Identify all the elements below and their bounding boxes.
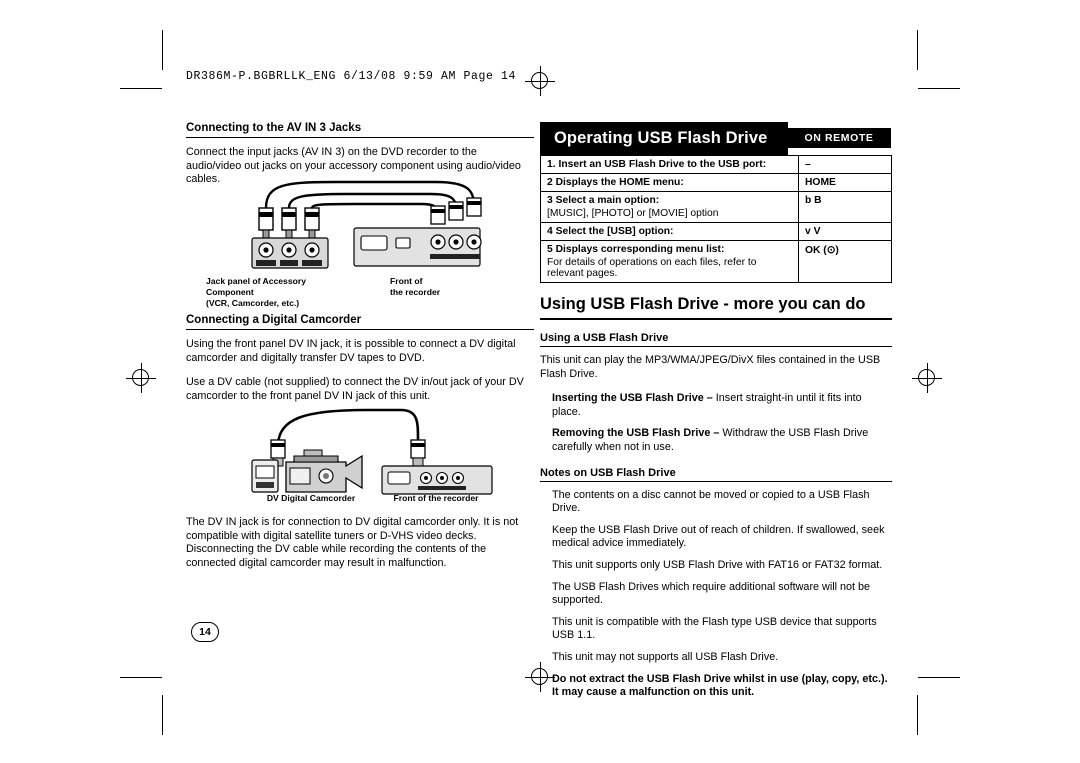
note-item: Keep the USB Flash Drive out of reach of… bbox=[552, 523, 885, 550]
remote-step-action-4: Select the [USB] option: bbox=[555, 226, 674, 237]
remote-step-key-1: – bbox=[798, 156, 891, 174]
remote-step-num-1: 1. bbox=[547, 159, 556, 170]
remote-step-num-5: 5 bbox=[547, 244, 553, 255]
on-remote-header: ON REMOTE bbox=[787, 128, 891, 148]
note-item: This unit may not supports all USB Flash… bbox=[552, 650, 779, 663]
crop-mark-bottom-right-v bbox=[917, 695, 918, 735]
right-column: Operating USB Flash Drive ON REMOTE 1. I… bbox=[540, 122, 892, 700]
note-item: This unit is compatible with the Flash t… bbox=[552, 615, 877, 642]
crop-mark-top-right bbox=[918, 88, 960, 89]
bullet-removing-usb-label: Removing the USB Flash Drive – bbox=[552, 427, 720, 440]
figure-av-caption-left: Jack panel of Accessory Component (VCR, … bbox=[206, 276, 386, 309]
table-row: 1. Insert an USB Flash Drive to the USB … bbox=[541, 156, 891, 174]
table-row: 4 Select the [USB] option: v V bbox=[541, 222, 891, 241]
remote-step-action-5: Displays corresponding menu list: bbox=[555, 244, 725, 255]
figure-camcorder-caption-left: DV Digital Camcorder bbox=[266, 493, 356, 503]
warning-line-2: It may cause a malfunction on this unit. bbox=[552, 686, 755, 699]
remote-step-action-3: Select a main option: bbox=[555, 195, 660, 206]
table-row: 5 Displays corresponding menu list: For … bbox=[541, 240, 891, 282]
bullet-inserting-usb: Inserting the USB Flash Drive – Insert s… bbox=[540, 392, 892, 419]
banner-operating-usb: Operating USB Flash Drive bbox=[540, 122, 788, 155]
remote-step-num-4: 4 bbox=[547, 226, 553, 237]
remote-step-sub-5: For details of operations on each files,… bbox=[547, 257, 757, 279]
bullet-inserting-usb-label: Inserting the USB Flash Drive – bbox=[552, 392, 713, 405]
remote-step-key-2: HOME bbox=[798, 173, 891, 192]
remote-step-key-4: v V bbox=[798, 222, 891, 241]
on-remote-box: ON REMOTE 1. Insert an USB Flash Drive t… bbox=[540, 128, 892, 283]
dv-in-note-block: The DV IN jack is for connection to DV d… bbox=[186, 516, 534, 581]
crop-mark-bottom-left-v bbox=[162, 695, 163, 735]
registration-mark-top bbox=[525, 66, 555, 96]
figure-av-connection bbox=[186, 170, 534, 280]
remote-step-action-2: Displays the HOME menu: bbox=[555, 177, 684, 188]
subhead-using-usb: Using a USB Flash Drive bbox=[540, 332, 892, 347]
subhead-notes-usb: Notes on USB Flash Drive bbox=[540, 467, 892, 482]
figure-av-caption-left-l2: Component bbox=[206, 287, 254, 297]
section-title-av-in-3: Connecting to the AV IN 3 Jacks bbox=[186, 122, 534, 138]
bullet-removing-usb: Removing the USB Flash Drive – Withdraw … bbox=[540, 427, 892, 454]
figure-camcorder-caption-right: Front of the recorder bbox=[393, 493, 479, 503]
dv-in-note-paragraph: The DV IN jack is for connection to DV d… bbox=[186, 516, 519, 569]
crop-mark-top-left-v bbox=[162, 30, 163, 70]
figure-av-caption-left-l1: Jack panel of Accessory bbox=[206, 276, 306, 286]
figure-av-caption-right: Front of the recorder bbox=[390, 276, 510, 298]
remote-step-key-3: b B bbox=[798, 191, 891, 223]
table-row: 2 Displays the HOME menu: HOME bbox=[541, 173, 891, 192]
remote-step-num-2: 2 bbox=[547, 177, 553, 188]
registration-mark-right bbox=[912, 363, 942, 393]
remote-step-key-5: OK (⊙) bbox=[798, 240, 891, 282]
page-number: 14 bbox=[191, 622, 219, 642]
warning-line-1: Do not extract the USB Flash Drive whils… bbox=[552, 672, 888, 685]
file-header-text: DR386M-P.BGBRLLK_ENG 6/13/08 9:59 AM Pag… bbox=[186, 70, 517, 83]
note-item: The USB Flash Drives which require addit… bbox=[552, 580, 871, 607]
crop-mark-bottom-right bbox=[918, 677, 960, 678]
figure-camcorder-connection bbox=[186, 400, 534, 500]
on-remote-steps-table: 1. Insert an USB Flash Drive to the USB … bbox=[541, 156, 891, 282]
remote-step-action-1: Insert an USB Flash Drive to the USB por… bbox=[558, 159, 767, 170]
crop-mark-top-left bbox=[120, 88, 162, 89]
section-title-digital-camcorder: Connecting a Digital Camcorder bbox=[186, 314, 534, 330]
figure-av-caption-right-l2: the recorder bbox=[390, 287, 441, 297]
crop-mark-top-right-v bbox=[917, 30, 918, 70]
banner-using-usb-more: Using USB Flash Drive - more you can do bbox=[540, 295, 892, 320]
table-row: 3 Select a main option: [MUSIC], [PHOTO]… bbox=[541, 191, 891, 223]
crop-mark-bottom-left bbox=[120, 677, 162, 678]
camcorder-paragraph-1: Using the front panel DV IN jack, it is … bbox=[186, 338, 516, 364]
figure-av-caption-right-l1: Front of bbox=[390, 276, 423, 286]
remote-step-sub-3: [MUSIC], [PHOTO] or [MOVIE] option bbox=[547, 208, 719, 219]
note-item: The contents on a disc cannot be moved o… bbox=[552, 488, 870, 515]
remote-step-num-3: 3 bbox=[547, 195, 553, 206]
registration-mark-left bbox=[126, 363, 156, 393]
figure-av-caption-left-l3: (VCR, Camcorder, etc.) bbox=[206, 298, 300, 308]
note-item: This unit supports only USB Flash Drive … bbox=[552, 558, 883, 571]
usb-intro-paragraph: This unit can play the MP3/WMA/JPEG/DivX… bbox=[540, 354, 881, 380]
